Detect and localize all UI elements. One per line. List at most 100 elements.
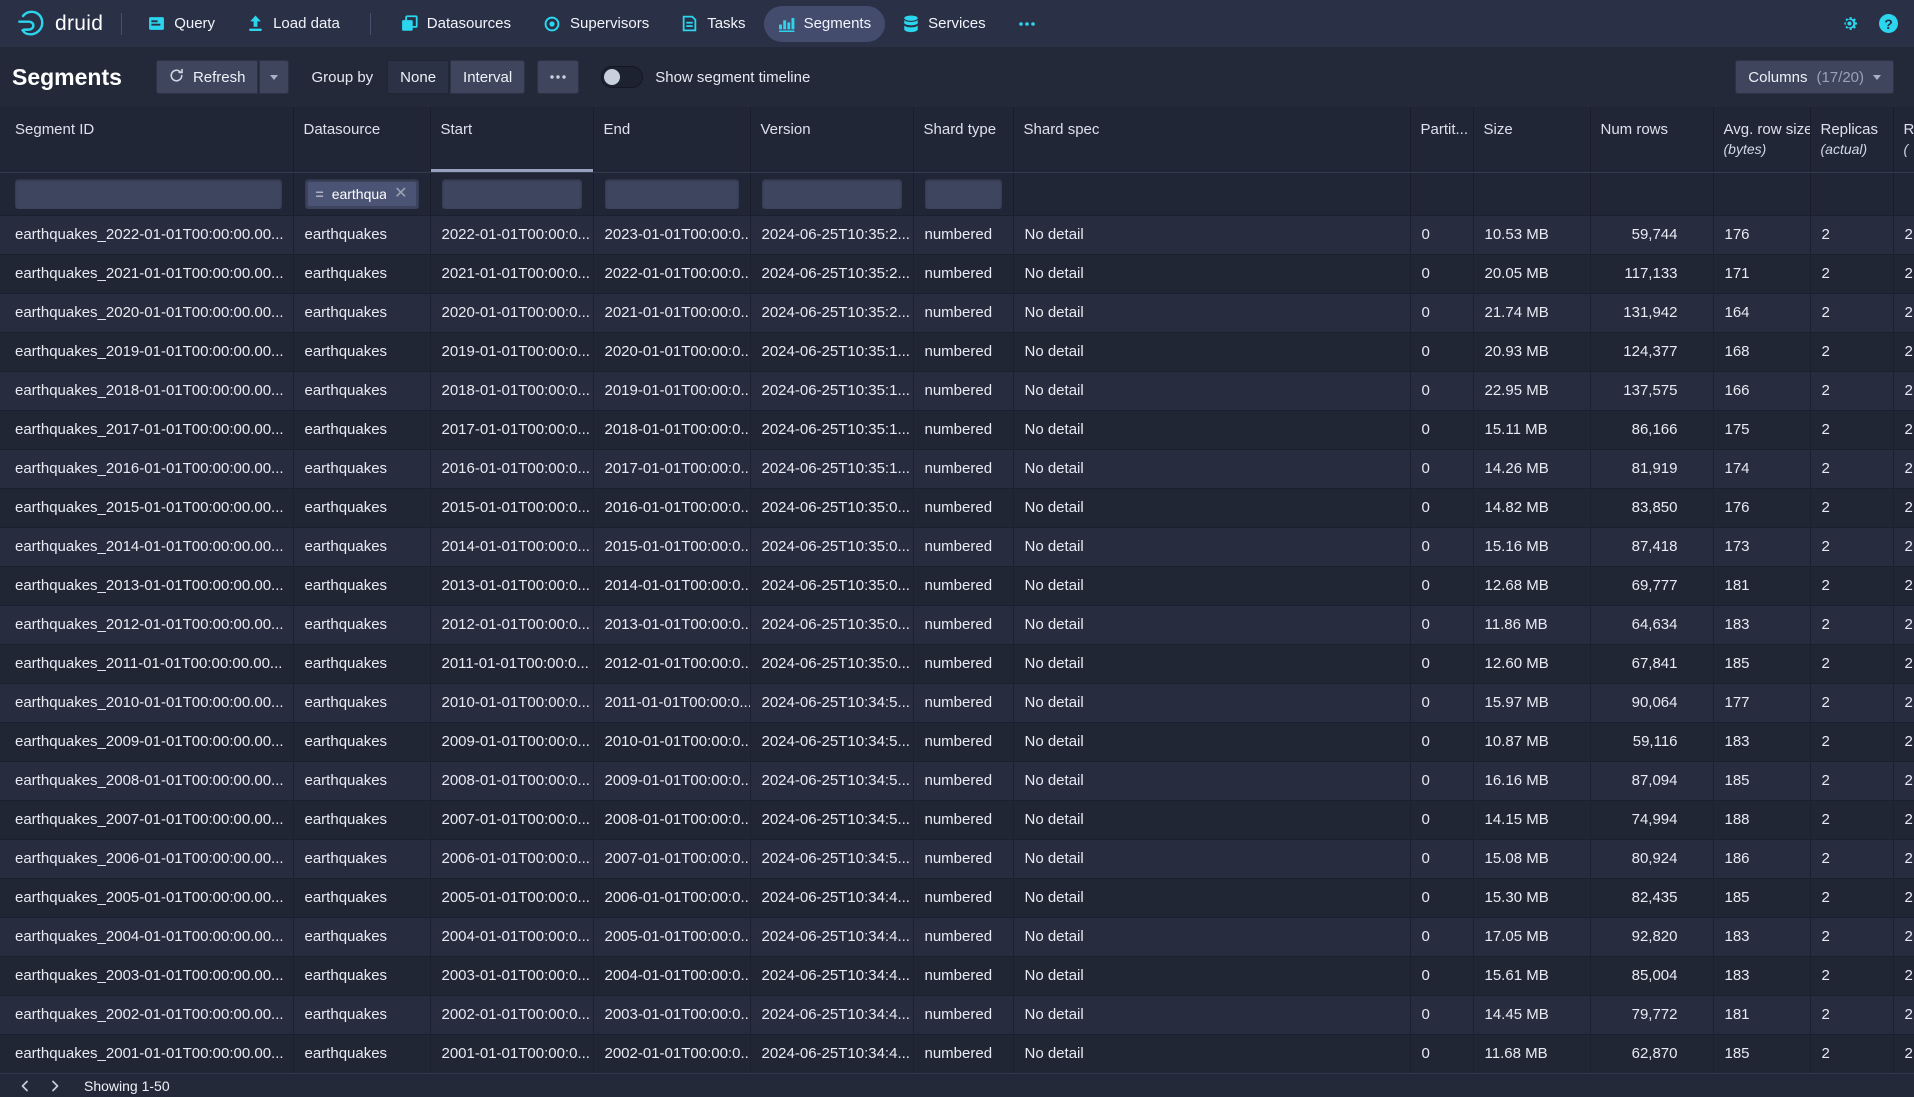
table-row[interactable]: earthquakes_2008-01-01T00:00:00.00...ear… — [0, 761, 1914, 800]
cell: 2 — [1893, 488, 1914, 527]
druid-logo[interactable]: druid — [16, 9, 103, 39]
table-row[interactable]: earthquakes_2021-01-01T00:00:00.00...ear… — [0, 254, 1914, 293]
cell: No detail — [1013, 995, 1410, 1034]
table-row[interactable]: earthquakes_2022-01-01T00:00:00.00...ear… — [0, 215, 1914, 254]
cell: 186 — [1713, 839, 1810, 878]
table-row[interactable]: earthquakes_2006-01-01T00:00:00.00...ear… — [0, 839, 1914, 878]
nav-item-tasks[interactable]: Tasks — [667, 6, 759, 42]
cell: 83,850 — [1590, 488, 1713, 527]
segment-timeline-toggle[interactable] — [601, 66, 643, 88]
table-row[interactable]: earthquakes_2020-01-01T00:00:00.00...ear… — [0, 293, 1914, 332]
nav-item-datasources[interactable]: Datasources — [387, 6, 525, 42]
cell: earthquakes — [293, 800, 430, 839]
table-row[interactable]: earthquakes_2013-01-01T00:00:00.00...ear… — [0, 566, 1914, 605]
cell: 0 — [1410, 449, 1473, 488]
next-page-button[interactable] — [40, 1075, 70, 1097]
cell: 69,777 — [1590, 566, 1713, 605]
table-row[interactable]: earthquakes_2016-01-01T00:00:00.00...ear… — [0, 449, 1914, 488]
nav-item-segments[interactable]: Segments — [764, 6, 886, 42]
table-row[interactable]: earthquakes_2004-01-01T00:00:00.00...ear… — [0, 917, 1914, 956]
filter-input-datasource[interactable]: =earthquake✕ — [305, 179, 419, 209]
cell: 62,870 — [1590, 1034, 1713, 1073]
filter-input[interactable] — [762, 179, 902, 209]
filter-input[interactable] — [15, 179, 282, 209]
cell: 0 — [1410, 995, 1473, 1034]
column-header-avg-row-size[interactable]: Avg. row size(bytes) — [1713, 107, 1810, 172]
cell: 16.16 MB — [1473, 761, 1590, 800]
supervisors-icon — [543, 15, 561, 33]
column-header-partit-[interactable]: Partit... — [1410, 107, 1473, 172]
table-row[interactable]: earthquakes_2014-01-01T00:00:00.00...ear… — [0, 527, 1914, 566]
nav-item-query[interactable]: Query — [134, 6, 229, 42]
filter-input[interactable] — [925, 179, 1002, 209]
cell: 2002-01-01T00:00:0... — [430, 995, 593, 1034]
column-header-num-rows[interactable]: Num rows — [1590, 107, 1713, 172]
cell: numbered — [913, 800, 1013, 839]
nav-item-more[interactable] — [1004, 6, 1050, 42]
table-row[interactable]: earthquakes_2003-01-01T00:00:00.00...ear… — [0, 956, 1914, 995]
refresh-dropdown-button[interactable] — [259, 60, 289, 94]
column-header-end[interactable]: End — [593, 107, 750, 172]
column-header-replicas[interactable]: Replicas(actual) — [1810, 107, 1893, 172]
cell: 2005-01-01T00:00:0... — [593, 917, 750, 956]
cell: 2024-06-25T10:34:5... — [750, 683, 913, 722]
group-by-option-none[interactable]: None — [387, 60, 449, 94]
remove-filter-icon[interactable]: ✕ — [394, 186, 407, 202]
table-row[interactable]: earthquakes_2009-01-01T00:00:00.00...ear… — [0, 722, 1914, 761]
column-header-segment-id[interactable]: Segment ID — [0, 107, 293, 172]
table-row[interactable]: earthquakes_2005-01-01T00:00:00.00...ear… — [0, 878, 1914, 917]
table-row[interactable]: earthquakes_2011-01-01T00:00:00.00...ear… — [0, 644, 1914, 683]
column-header-size[interactable]: Size — [1473, 107, 1590, 172]
refresh-button[interactable]: Refresh — [156, 60, 259, 94]
cell: 2 — [1810, 995, 1893, 1034]
nav-item-load-data[interactable]: Load data — [233, 6, 354, 42]
column-header-r[interactable]: R( — [1893, 107, 1914, 172]
cell: 2 — [1810, 761, 1893, 800]
cell: 15.16 MB — [1473, 527, 1590, 566]
previous-page-button[interactable] — [10, 1075, 40, 1097]
cell: 2 — [1893, 761, 1914, 800]
table-row[interactable]: earthquakes_2015-01-01T00:00:00.00...ear… — [0, 488, 1914, 527]
table-row[interactable]: earthquakes_2010-01-01T00:00:00.00...ear… — [0, 683, 1914, 722]
cell: 2 — [1810, 956, 1893, 995]
cell: 79,772 — [1590, 995, 1713, 1034]
cell: earthquakes — [293, 644, 430, 683]
cell: 2012-01-01T00:00:0... — [593, 644, 750, 683]
cell: 2 — [1810, 371, 1893, 410]
nav-item-label: Tasks — [707, 15, 745, 32]
cell: earthquakes_2020-01-01T00:00:00.00... — [0, 293, 293, 332]
nav-item-services[interactable]: Services — [889, 6, 1000, 42]
cell: earthquakes — [293, 605, 430, 644]
table-row[interactable]: earthquakes_2001-01-01T00:00:00.00...ear… — [0, 1034, 1914, 1073]
cell: 0 — [1410, 761, 1473, 800]
table-row[interactable]: earthquakes_2002-01-01T00:00:00.00...ear… — [0, 995, 1914, 1034]
help-icon[interactable]: ? — [1879, 14, 1898, 33]
table-row[interactable]: earthquakes_2017-01-01T00:00:00.00...ear… — [0, 410, 1914, 449]
group-by-option-interval[interactable]: Interval — [450, 60, 525, 94]
column-header-version[interactable]: Version — [750, 107, 913, 172]
filter-chip[interactable]: =earthquake✕ — [308, 182, 416, 206]
cell: 2 — [1810, 878, 1893, 917]
more-options-button[interactable] — [537, 60, 579, 94]
column-header-datasource[interactable]: Datasource — [293, 107, 430, 172]
table-row[interactable]: earthquakes_2007-01-01T00:00:00.00...ear… — [0, 800, 1914, 839]
table-row[interactable]: earthquakes_2019-01-01T00:00:00.00...ear… — [0, 332, 1914, 371]
cell: earthquakes — [293, 410, 430, 449]
table-row[interactable]: earthquakes_2012-01-01T00:00:00.00...ear… — [0, 605, 1914, 644]
cell: numbered — [913, 371, 1013, 410]
nav-item-supervisors[interactable]: Supervisors — [529, 6, 663, 42]
nav-item-label: Datasources — [427, 15, 511, 32]
column-header-shard-spec[interactable]: Shard spec — [1013, 107, 1410, 172]
columns-button[interactable]: Columns (17/20) — [1735, 60, 1894, 94]
cell: earthquakes_2007-01-01T00:00:00.00... — [0, 800, 293, 839]
cell: earthquakes — [293, 683, 430, 722]
cell: 2013-01-01T00:00:0... — [430, 566, 593, 605]
settings-gear-icon[interactable] — [1840, 14, 1859, 33]
filter-input[interactable] — [605, 179, 739, 209]
cell: 185 — [1713, 878, 1810, 917]
filter-input[interactable] — [442, 179, 582, 209]
column-header-shard-type[interactable]: Shard type — [913, 107, 1013, 172]
cell: No detail — [1013, 1034, 1410, 1073]
column-header-start[interactable]: Start — [430, 107, 593, 172]
table-row[interactable]: earthquakes_2018-01-01T00:00:00.00...ear… — [0, 371, 1914, 410]
